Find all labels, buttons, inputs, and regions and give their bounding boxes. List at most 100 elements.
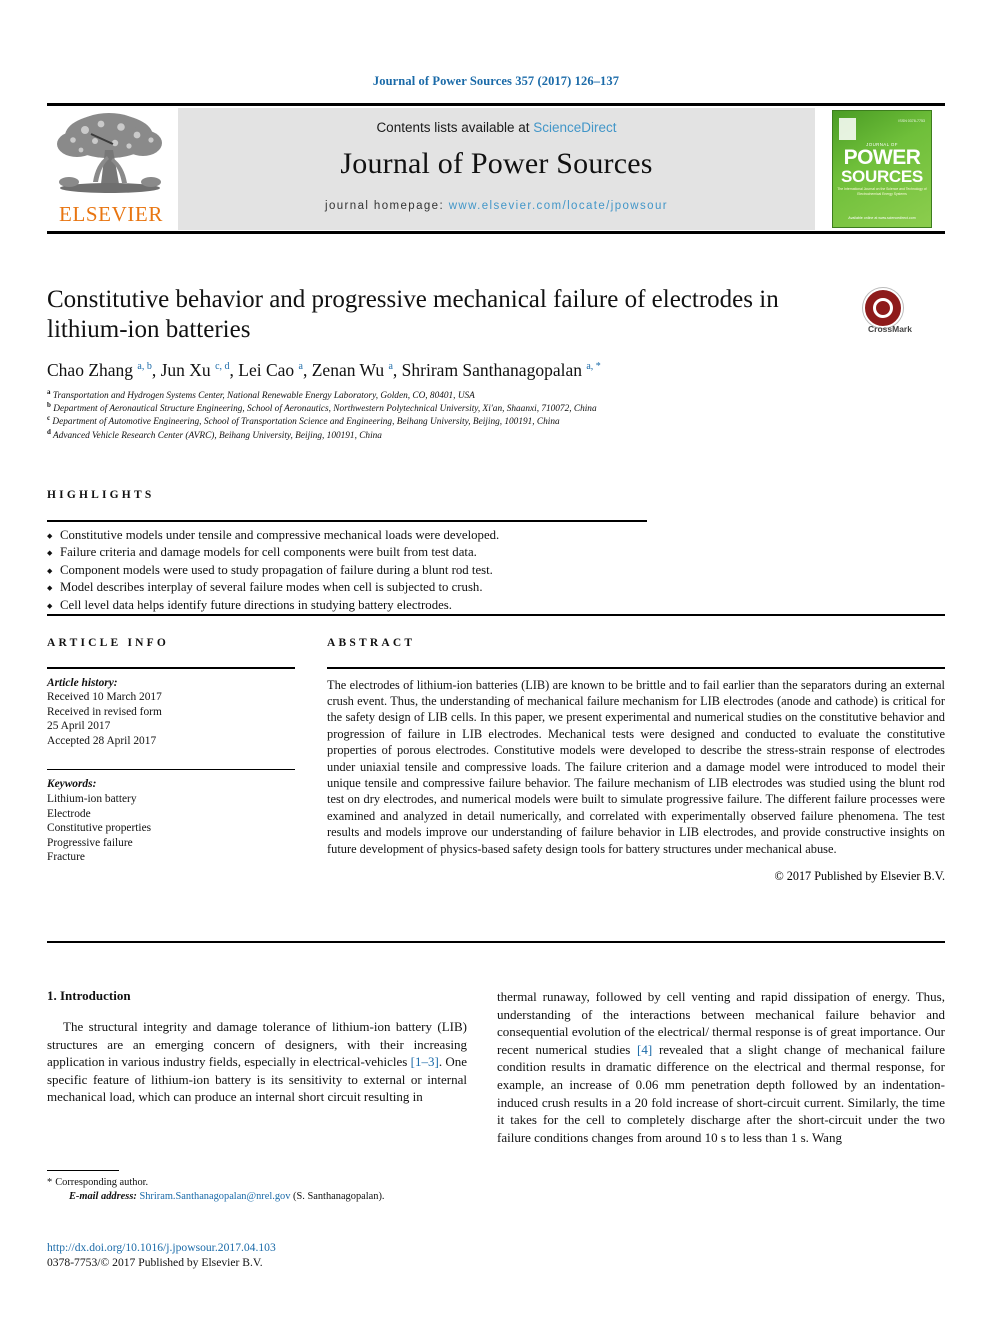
cover-power-word: POWER bbox=[843, 146, 921, 169]
contents-prefix: Contents lists available at bbox=[376, 120, 534, 135]
cover-footer-text: Available online at www.sciencedirect.co… bbox=[848, 216, 916, 220]
author-affiliation-mark: a, b bbox=[137, 361, 152, 373]
article-info-rule bbox=[47, 667, 295, 669]
running-head: Journal of Power Sources 357 (2017) 126–… bbox=[372, 74, 620, 88]
section-heading-introduction: 1. Introduction bbox=[47, 988, 131, 1003]
corresponding-author-footnote: * Corresponding author. E-mail address: S… bbox=[47, 1170, 467, 1204]
highlights-bottom-rule bbox=[47, 614, 945, 616]
affiliation-text: Department of Automotive Engineering, Sc… bbox=[50, 417, 560, 428]
abstract-rule bbox=[327, 667, 945, 669]
elsevier-logo: ELSEVIER bbox=[47, 108, 175, 230]
author-separator: , bbox=[151, 360, 161, 380]
article-info-label: ARTICLE INFO bbox=[47, 637, 170, 649]
abstract-label: ABSTRACT bbox=[327, 637, 416, 649]
affiliation-text: Transportation and Hydrogen Systems Cent… bbox=[50, 391, 475, 401]
author-list: Chao Zhang a, b, Jun Xu c, d, Lei Cao a,… bbox=[47, 359, 807, 381]
keyword-item[interactable]: Fracture bbox=[47, 850, 295, 865]
keyword-item[interactable]: Progressive failure bbox=[47, 836, 295, 851]
affiliation-text: Advanced Vehicle Research Center (AVRC),… bbox=[50, 430, 382, 441]
article-history-lines: Received 10 March 2017 Received in revise… bbox=[47, 690, 295, 748]
author-separator: , bbox=[392, 360, 402, 380]
document-footer: http://dx.doi.org/10.1016/j.jpowsour.201… bbox=[47, 1240, 567, 1270]
author-name[interactable]: Lei Cao bbox=[238, 360, 298, 380]
author-separator: , bbox=[302, 360, 312, 380]
affiliation-list: a Transportation and Hydrogen Systems Ce… bbox=[47, 388, 807, 443]
doi-link[interactable]: http://dx.doi.org/10.1016/j.jpowsour.201… bbox=[47, 1240, 567, 1255]
contents-available-line: Contents lists available at ScienceDirec… bbox=[178, 120, 815, 135]
article-history: Article history: Received 10 March 2017 R… bbox=[47, 676, 295, 749]
crossmark-badge[interactable]: CrossMark bbox=[855, 288, 925, 336]
sciencedirect-link[interactable]: ScienceDirect bbox=[533, 120, 616, 135]
citation-ref-4[interactable]: [4] bbox=[637, 1042, 652, 1057]
crossmark-circle-icon bbox=[863, 288, 903, 328]
affiliation-line: a Transportation and Hydrogen Systems Ce… bbox=[47, 388, 807, 403]
footnote-email-lead: E-mail address: bbox=[69, 1191, 137, 1202]
highlights-rule bbox=[47, 520, 647, 522]
abstract-bottom-rule bbox=[47, 941, 945, 943]
footnote-corresponding-text: Corresponding author. bbox=[55, 1177, 149, 1188]
article-history-line: 25 April 2017 bbox=[47, 720, 111, 733]
footnote-email-line: E-mail address: Shriram.Santhanagopalan@… bbox=[47, 1190, 467, 1204]
journal-masthead: ELSEVIER Contents lists available at Sci… bbox=[47, 103, 945, 234]
keywords-rule bbox=[47, 769, 295, 771]
intro-paragraph-left: The structural integrity and damage tole… bbox=[47, 1018, 467, 1106]
highlight-item: Model describes interplay of several fai… bbox=[47, 579, 647, 598]
abstract-text: The electrodes of lithium-ion batteries … bbox=[327, 677, 945, 856]
author-affiliation-mark: c, d bbox=[215, 361, 230, 373]
body-column-left: 1. Introduction The structural integrity… bbox=[47, 988, 467, 1106]
cover-issn: ISSN 0378-7753 bbox=[898, 119, 925, 123]
page-title: Constitutive behavior and progressive me… bbox=[47, 286, 779, 343]
footnote-star: * bbox=[47, 1177, 53, 1188]
journal-cover-thumbnail: ISSN 0378-7753 JOURNAL OF POWER SOURCES … bbox=[819, 108, 945, 230]
masthead-rule-bottom bbox=[47, 231, 945, 234]
elsevier-wordmark: ELSEVIER bbox=[59, 202, 163, 226]
highlight-item: Component models were used to study prop… bbox=[47, 562, 647, 581]
highlight-item: Failure criteria and damage models for c… bbox=[47, 544, 647, 563]
cover-elsevier-mark-icon bbox=[839, 118, 856, 140]
keyword-item[interactable]: Electrode bbox=[47, 807, 295, 822]
keywords-block: Keywords: Lithium-ion battery Electrode Co… bbox=[47, 777, 295, 865]
abstract-section: ABSTRACT The electrodes of lithium-ion b… bbox=[327, 637, 945, 884]
homepage-prefix: journal homepage: bbox=[325, 200, 449, 212]
author-name[interactable]: Shriram Santhanagopalan bbox=[402, 360, 587, 380]
journal-band: Contents lists available at ScienceDirec… bbox=[178, 108, 815, 230]
article-history-line: Received 10 March 2017 bbox=[47, 691, 162, 704]
highlights-list: Constitutive models under tensile and co… bbox=[47, 527, 647, 616]
homepage-url-link[interactable]: www.elsevier.com/locate/jpowsour bbox=[449, 200, 668, 212]
highlight-item: Constitutive models under tensile and co… bbox=[47, 527, 647, 546]
author-name[interactable]: Jun Xu bbox=[161, 360, 215, 380]
intro-paragraph-right: thermal runaway, followed by cell ventin… bbox=[497, 988, 945, 1146]
affiliation-line: c Department of Automotive Engineering, … bbox=[47, 415, 807, 429]
author-name[interactable]: Zenan Wu bbox=[312, 360, 389, 380]
cover-sources-word: SOURCES bbox=[841, 167, 923, 186]
journal-title: Journal of Power Sources bbox=[340, 147, 653, 180]
journal-cover-art: ISSN 0378-7753 JOURNAL OF POWER SOURCES … bbox=[832, 110, 932, 228]
corresponding-email-link[interactable]: Shriram.Santhanagopalan@nrel.gov bbox=[139, 1191, 290, 1202]
issn-copyright-line: 0378-7753/© 2017 Published by Elsevier B… bbox=[47, 1256, 263, 1269]
keywords-lines: Lithium-ion battery Electrode Constitutive… bbox=[47, 792, 295, 865]
keyword-item[interactable]: Lithium-ion battery bbox=[47, 792, 295, 807]
author-separator: , bbox=[229, 360, 239, 380]
footnote-email-suffix: (S. Santhanagopalan). bbox=[293, 1191, 385, 1202]
article-history-line: Received in revised form bbox=[47, 705, 162, 718]
affiliation-text: Department of Aeronautical Structure Eng… bbox=[50, 404, 597, 415]
highlights-section: HIGHLIGHTS Constitutive models under ten… bbox=[47, 489, 647, 616]
article-history-lead: Article history: bbox=[47, 676, 118, 689]
author-affiliation-mark: a, * bbox=[586, 361, 601, 373]
article-history-line: Accepted 28 April 2017 bbox=[47, 734, 157, 747]
author-name[interactable]: Chao Zhang bbox=[47, 360, 137, 380]
footnote-corresponding-line: * Corresponding author. bbox=[47, 1176, 467, 1190]
keyword-item[interactable]: Constitutive properties bbox=[47, 821, 295, 836]
body-column-right: thermal runaway, followed by cell ventin… bbox=[497, 988, 945, 1146]
citation-ref-1-3[interactable]: [1–3] bbox=[411, 1054, 439, 1069]
title-block: Constitutive behavior and progressive me… bbox=[47, 285, 807, 443]
keywords-lead: Keywords: bbox=[47, 778, 97, 791]
highlights-label: HIGHLIGHTS bbox=[47, 489, 155, 501]
elsevier-tree-icon bbox=[57, 113, 162, 193]
journal-homepage-line: journal homepage: www.elsevier.com/locat… bbox=[178, 200, 815, 212]
article-info-section: ARTICLE INFO Article history: Received 1… bbox=[47, 637, 295, 865]
affiliation-line: d Advanced Vehicle Research Center (AVRC… bbox=[47, 428, 807, 443]
cover-subtitle: The International Journal on the Science… bbox=[837, 187, 927, 196]
highlight-item: Cell level data helps identify future di… bbox=[47, 597, 647, 616]
affiliation-line: b Department of Aeronautical Structure E… bbox=[47, 402, 807, 416]
